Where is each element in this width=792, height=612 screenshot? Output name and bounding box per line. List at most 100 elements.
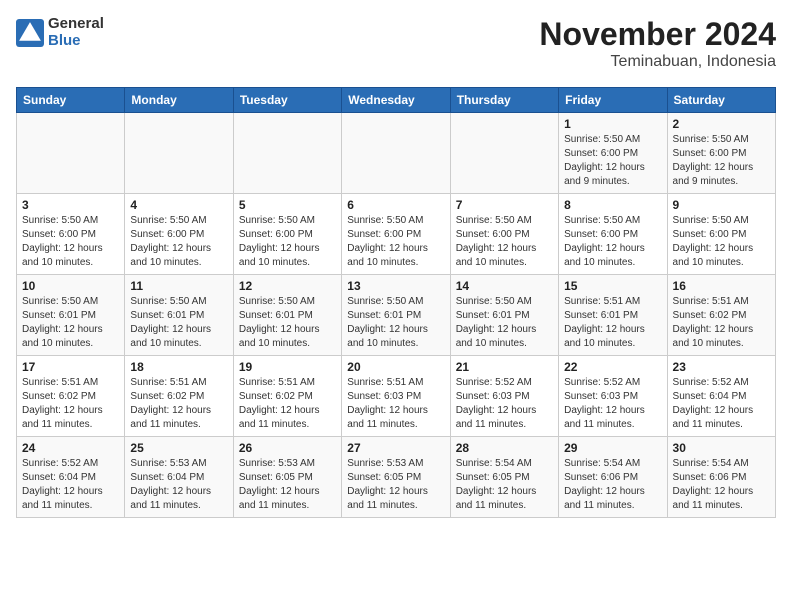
calendar-cell: 24 Sunrise: 5:52 AM Sunset: 6:04 PM Dayli… (17, 437, 125, 518)
day-info: Sunrise: 5:51 AM Sunset: 6:01 PM Dayligh… (564, 295, 661, 351)
calendar-cell: 12 Sunrise: 5:50 AM Sunset: 6:01 PM Dayli… (233, 275, 341, 356)
day-number: 7 (456, 198, 553, 212)
day-info: Sunrise: 5:50 AM Sunset: 6:01 PM Dayligh… (456, 295, 553, 351)
day-info: Sunrise: 5:51 AM Sunset: 6:02 PM Dayligh… (239, 376, 336, 432)
day-number: 5 (239, 198, 336, 212)
calendar-cell: 5 Sunrise: 5:50 AM Sunset: 6:00 PM Daylig… (233, 194, 341, 275)
day-number: 8 (564, 198, 661, 212)
day-number: 12 (239, 279, 336, 293)
calendar-cell: 30 Sunrise: 5:54 AM Sunset: 6:06 PM Dayli… (667, 437, 775, 518)
calendar-cell (233, 113, 341, 194)
calendar-cell: 8 Sunrise: 5:50 AM Sunset: 6:00 PM Daylig… (559, 194, 667, 275)
day-info: Sunrise: 5:50 AM Sunset: 6:00 PM Dayligh… (239, 214, 336, 270)
day-info: Sunrise: 5:51 AM Sunset: 6:02 PM Dayligh… (22, 376, 119, 432)
week-row-1: 1 Sunrise: 5:50 AM Sunset: 6:00 PM Daylig… (17, 113, 776, 194)
day-info: Sunrise: 5:51 AM Sunset: 6:03 PM Dayligh… (347, 376, 444, 432)
calendar-table: SundayMondayTuesdayWednesdayThursdayFrid… (16, 87, 776, 518)
day-number: 11 (130, 279, 227, 293)
logo-icon (16, 19, 44, 47)
day-number: 25 (130, 441, 227, 455)
day-number: 29 (564, 441, 661, 455)
day-info: Sunrise: 5:51 AM Sunset: 6:02 PM Dayligh… (673, 295, 770, 351)
calendar-cell: 27 Sunrise: 5:53 AM Sunset: 6:05 PM Dayli… (342, 437, 450, 518)
day-info: Sunrise: 5:50 AM Sunset: 6:00 PM Dayligh… (347, 214, 444, 270)
calendar-cell: 17 Sunrise: 5:51 AM Sunset: 6:02 PM Dayli… (17, 356, 125, 437)
calendar-cell: 23Sunrise: 5:52 AM Sunset: 6:04 PM Dayli… (667, 356, 775, 437)
day-number: 10 (22, 279, 119, 293)
logo-text: General Blue (48, 16, 104, 49)
day-number: 2 (673, 117, 770, 131)
day-number: 26 (239, 441, 336, 455)
day-info: Sunrise: 5:54 AM Sunset: 6:06 PM Dayligh… (673, 457, 770, 513)
logo: General Blue (16, 16, 104, 49)
calendar-cell: 25 Sunrise: 5:53 AM Sunset: 6:04 PM Dayli… (125, 437, 233, 518)
calendar-cell: 29Sunrise: 5:54 AM Sunset: 6:06 PM Dayli… (559, 437, 667, 518)
day-number: 27 (347, 441, 444, 455)
day-number: 28 (456, 441, 553, 455)
day-info: Sunrise: 5:51 AM Sunset: 6:02 PM Dayligh… (130, 376, 227, 432)
day-info: Sunrise: 5:54 AM Sunset: 6:05 PM Dayligh… (456, 457, 553, 513)
day-number: 23 (673, 360, 770, 374)
calendar-cell: 21Sunrise: 5:52 AM Sunset: 6:03 PM Dayli… (450, 356, 558, 437)
day-number: 17 (22, 360, 119, 374)
day-number: 24 (22, 441, 119, 455)
calendar-cell: 18 Sunrise: 5:51 AM Sunset: 6:02 PM Dayli… (125, 356, 233, 437)
day-number: 30 (673, 441, 770, 455)
calendar-cell: 3 Sunrise: 5:50 AM Sunset: 6:00 PM Daylig… (17, 194, 125, 275)
page-header: General Blue November 2024 Teminabuan, I… (16, 16, 776, 71)
day-info: Sunrise: 5:52 AM Sunset: 6:03 PM Dayligh… (564, 376, 661, 432)
day-number: 20 (347, 360, 444, 374)
day-info: Sunrise: 5:50 AM Sunset: 6:01 PM Dayligh… (347, 295, 444, 351)
day-info: Sunrise: 5:53 AM Sunset: 6:05 PM Dayligh… (347, 457, 444, 513)
day-number: 15 (564, 279, 661, 293)
day-info: Sunrise: 5:50 AM Sunset: 6:00 PM Dayligh… (673, 133, 770, 189)
column-header-saturday: Saturday (667, 88, 775, 113)
column-header-tuesday: Tuesday (233, 88, 341, 113)
day-info: Sunrise: 5:50 AM Sunset: 6:00 PM Dayligh… (22, 214, 119, 270)
day-info: Sunrise: 5:50 AM Sunset: 6:00 PM Dayligh… (564, 214, 661, 270)
day-number: 1 (564, 117, 661, 131)
day-info: Sunrise: 5:50 AM Sunset: 6:01 PM Dayligh… (130, 295, 227, 351)
calendar-cell: 6 Sunrise: 5:50 AM Sunset: 6:00 PM Daylig… (342, 194, 450, 275)
column-header-monday: Monday (125, 88, 233, 113)
day-info: Sunrise: 5:52 AM Sunset: 6:04 PM Dayligh… (22, 457, 119, 513)
day-number: 4 (130, 198, 227, 212)
calendar-cell: 15 Sunrise: 5:51 AM Sunset: 6:01 PM Dayli… (559, 275, 667, 356)
day-info: Sunrise: 5:50 AM Sunset: 6:00 PM Dayligh… (673, 214, 770, 270)
day-number: 21 (456, 360, 553, 374)
week-row-3: 10 Sunrise: 5:50 AM Sunset: 6:01 PM Dayli… (17, 275, 776, 356)
calendar-cell: 11 Sunrise: 5:50 AM Sunset: 6:01 PM Dayli… (125, 275, 233, 356)
column-header-thursday: Thursday (450, 88, 558, 113)
calendar-cell: 14Sunrise: 5:50 AM Sunset: 6:01 PM Dayli… (450, 275, 558, 356)
calendar-cell: 13 Sunrise: 5:50 AM Sunset: 6:01 PM Dayli… (342, 275, 450, 356)
calendar-body: 1 Sunrise: 5:50 AM Sunset: 6:00 PM Daylig… (17, 113, 776, 518)
day-info: Sunrise: 5:53 AM Sunset: 6:04 PM Dayligh… (130, 457, 227, 513)
calendar-cell: 2 Sunrise: 5:50 AM Sunset: 6:00 PM Daylig… (667, 113, 775, 194)
column-header-sunday: Sunday (17, 88, 125, 113)
calendar-cell: 1Sunrise: 5:50 AM Sunset: 6:00 PM Daylig… (559, 113, 667, 194)
day-info: Sunrise: 5:50 AM Sunset: 6:01 PM Dayligh… (22, 295, 119, 351)
day-info: Sunrise: 5:53 AM Sunset: 6:05 PM Dayligh… (239, 457, 336, 513)
calendar-cell: 26 Sunrise: 5:53 AM Sunset: 6:05 PM Dayli… (233, 437, 341, 518)
calendar-cell: 9 Sunrise: 5:50 AM Sunset: 6:00 PM Daylig… (667, 194, 775, 275)
calendar-cell: 10 Sunrise: 5:50 AM Sunset: 6:01 PM Dayli… (17, 275, 125, 356)
day-info: Sunrise: 5:50 AM Sunset: 6:00 PM Dayligh… (130, 214, 227, 270)
day-number: 19 (239, 360, 336, 374)
calendar-cell (125, 113, 233, 194)
day-number: 13 (347, 279, 444, 293)
title-block: November 2024 Teminabuan, Indonesia (539, 16, 776, 71)
calendar-header-row: SundayMondayTuesdayWednesdayThursdayFrid… (17, 88, 776, 113)
calendar-title: November 2024 (539, 16, 776, 53)
week-row-5: 24 Sunrise: 5:52 AM Sunset: 6:04 PM Dayli… (17, 437, 776, 518)
day-number: 9 (673, 198, 770, 212)
day-number: 6 (347, 198, 444, 212)
day-number: 3 (22, 198, 119, 212)
calendar-cell: 20 Sunrise: 5:51 AM Sunset: 6:03 PM Dayli… (342, 356, 450, 437)
calendar-cell: 19 Sunrise: 5:51 AM Sunset: 6:02 PM Dayli… (233, 356, 341, 437)
week-row-2: 3 Sunrise: 5:50 AM Sunset: 6:00 PM Daylig… (17, 194, 776, 275)
day-info: Sunrise: 5:50 AM Sunset: 6:01 PM Dayligh… (239, 295, 336, 351)
day-number: 18 (130, 360, 227, 374)
week-row-4: 17 Sunrise: 5:51 AM Sunset: 6:02 PM Dayli… (17, 356, 776, 437)
calendar-cell: 28 Sunrise: 5:54 AM Sunset: 6:05 PM Dayli… (450, 437, 558, 518)
day-info: Sunrise: 5:50 AM Sunset: 6:00 PM Dayligh… (456, 214, 553, 270)
